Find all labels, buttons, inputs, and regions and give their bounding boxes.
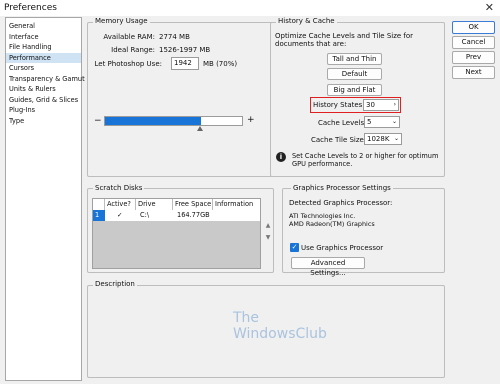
memory-slider-track[interactable] <box>104 116 243 126</box>
sidebar-item-cursors[interactable]: Cursors <box>6 63 81 74</box>
memory-slider-thumb[interactable] <box>197 126 203 131</box>
advanced-settings-button[interactable]: Advanced Settings... <box>291 257 365 277</box>
history-cache-legend: History & Cache <box>276 17 337 26</box>
ideal-range-label: Ideal Range: <box>111 46 155 54</box>
photoshop-use-suffix: MB (70%) <box>203 60 238 68</box>
cancel-button[interactable]: Cancel <box>452 36 495 49</box>
sidebar-item-file-handling[interactable]: File Handling <box>6 42 81 53</box>
cache-levels-label: Cache Levels: <box>318 119 367 127</box>
history-states-value: 30 <box>366 101 375 109</box>
table-row[interactable]: 1 ✓ C:\ 164.77GB <box>93 210 260 221</box>
ok-button[interactable]: OK <box>452 21 495 34</box>
watermark-line-2: WindowsClub <box>233 326 327 342</box>
history-description: Optimize Cache Levels and Tile Size for … <box>275 32 414 48</box>
category-list[interactable]: General Interface File Handling Performa… <box>5 17 85 381</box>
free-space-cell: 164.77GB <box>177 211 210 219</box>
memory-usage-legend: Memory Usage <box>93 17 150 26</box>
column-drive[interactable]: Drive <box>136 199 173 210</box>
detected-gpu-label: Detected Graphics Processor: <box>289 199 393 207</box>
default-button[interactable]: Default <box>327 68 382 80</box>
use-gpu-label[interactable]: Use Graphics Processor <box>301 244 383 252</box>
row-number: 1 <box>93 210 105 221</box>
big-and-flat-button[interactable]: Big and Flat <box>327 84 382 96</box>
sidebar-item-plug-ins[interactable]: Plug-Ins <box>6 105 81 116</box>
sidebar-item-performance[interactable]: Performance <box>6 52 81 63</box>
sidebar-item-units-rulers[interactable]: Units & Rulers <box>6 84 81 95</box>
history-states-label: History States: <box>313 101 365 109</box>
sidebar-item-guides-grid-slices[interactable]: Guides, Grid & Slices <box>6 95 81 106</box>
photoshop-use-input[interactable]: 1942 <box>171 57 199 70</box>
minus-icon[interactable]: − <box>94 116 102 126</box>
gpu-vendor: ATI Technologies Inc. <box>289 212 356 220</box>
window-title: Preferences <box>4 3 57 13</box>
photoshop-use-label: Let Photoshop Use: <box>94 60 163 68</box>
cache-tile-size-label: Cache Tile Size: <box>311 136 367 144</box>
cache-tile-size-select[interactable]: 1028K ⌄ <box>364 133 402 145</box>
column-information[interactable]: Information <box>213 199 260 210</box>
chevron-right-icon: › <box>393 101 396 108</box>
available-ram-label: Available RAM: <box>103 33 155 41</box>
use-gpu-checkbox[interactable]: ✓ <box>290 243 299 252</box>
history-states-select[interactable]: 30 › <box>363 99 399 111</box>
next-button[interactable]: Next <box>452 66 495 79</box>
title-bar: Preferences ✕ <box>0 0 500 16</box>
ideal-range-value: 1526-1997 MB <box>159 46 211 54</box>
move-down-icon[interactable]: ▼ <box>264 234 272 242</box>
chevron-down-icon: ⌄ <box>393 135 399 142</box>
gpu-model: AMD Radeon(TM) Graphics <box>289 220 375 228</box>
gpu-cache-info-text: Set Cache Levels to 2 or higher for opti… <box>292 152 439 168</box>
column-free-space[interactable]: Free Space <box>173 199 213 210</box>
watermark-line-1: The <box>233 310 260 326</box>
sidebar-item-transparency-gamut[interactable]: Transparency & Gamut <box>6 74 85 85</box>
sidebar-item-general[interactable]: General <box>6 21 81 32</box>
scratch-disks-legend: Scratch Disks <box>93 184 145 193</box>
memory-slider-fill <box>105 117 201 125</box>
chevron-down-icon: ⌄ <box>391 118 397 125</box>
move-up-icon[interactable]: ▲ <box>264 222 272 230</box>
sidebar-item-interface[interactable]: Interface <box>6 32 81 43</box>
info-icon: i <box>276 152 286 162</box>
cache-tile-size-value: 1028K <box>367 135 390 143</box>
column-active[interactable]: Active? <box>105 199 136 210</box>
scratch-disks-table[interactable]: Active? Drive Free Space Information 1 ✓… <box>92 198 261 269</box>
cache-levels-select[interactable]: 5 ⌄ <box>364 116 400 128</box>
active-checkbox[interactable]: ✓ <box>115 210 123 221</box>
information-cell <box>215 210 217 221</box>
plus-icon[interactable]: + <box>247 115 255 125</box>
sidebar-item-type[interactable]: Type <box>6 116 81 127</box>
tall-and-thin-button[interactable]: Tall and Thin <box>327 53 382 65</box>
description-legend: Description <box>93 280 137 289</box>
prev-button[interactable]: Prev <box>452 51 495 64</box>
available-ram-value: 2774 MB <box>159 33 190 41</box>
drive-cell: C:\ <box>140 211 150 219</box>
graphics-processor-legend: Graphics Processor Settings <box>291 184 393 193</box>
cache-levels-value: 5 <box>367 118 372 126</box>
close-icon[interactable]: ✕ <box>485 1 494 14</box>
